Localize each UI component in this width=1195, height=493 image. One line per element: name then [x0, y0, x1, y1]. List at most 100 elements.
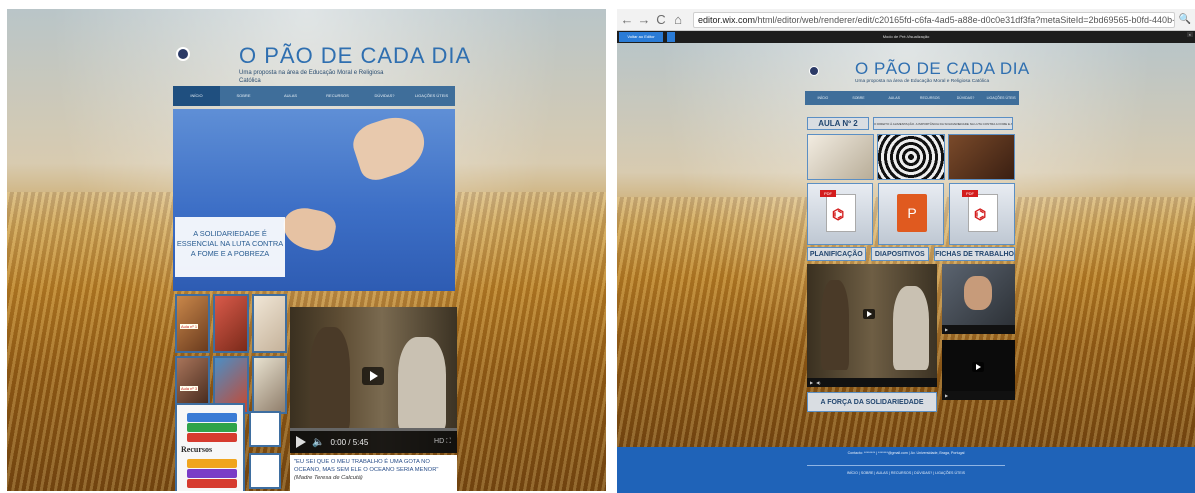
- footer-nav[interactable]: INÍCIO | SOBRE | AULAS | RECURSOS | DÚVI…: [617, 471, 1195, 475]
- back-arrow-icon[interactable]: ←: [620, 12, 634, 27]
- book-shape: [187, 413, 237, 422]
- site-logo-icon[interactable]: [809, 66, 819, 76]
- planificacao-pdf-button[interactable]: PDF ⌬: [807, 183, 873, 245]
- play-icon[interactable]: ▶: [810, 380, 813, 385]
- close-icon[interactable]: ×: [1186, 32, 1193, 37]
- video-player[interactable]: 🔈 0:00 / 5:45 HD ⛶: [290, 307, 457, 453]
- browser-toolbar: ← → C ⌂ editor.wix.com/html/editor/web/r…: [617, 9, 1195, 31]
- thumb-label: Aula nº 1: [180, 324, 199, 329]
- lesson-thumb-1[interactable]: Aula nº 1: [175, 294, 211, 353]
- hd-icon[interactable]: HD ⛶: [434, 438, 451, 446]
- url-path: /html/editor/web/renderer/edit/c20165fd-…: [755, 14, 1175, 25]
- nav-item-aulas[interactable]: AULAS: [267, 86, 314, 106]
- site-page: O PÃO DE CADA DIA Uma proposta na área d…: [173, 31, 470, 491]
- video-person: [964, 276, 992, 310]
- site-logo-icon[interactable]: [176, 47, 190, 61]
- pdf-tag-icon: PDF: [962, 190, 978, 197]
- quote-author: (Madre Teresa de Calcutá): [294, 475, 363, 481]
- lesson-photo-3[interactable]: [947, 134, 1015, 180]
- lesson-thumb-2[interactable]: [213, 294, 249, 353]
- right-screenshot: ← → C ⌂ editor.wix.com/html/editor/web/r…: [617, 9, 1195, 493]
- document-labels: PLANIFICAÇÃO DIAPOSITIVOS FICHAS DE TRAB…: [807, 247, 1016, 261]
- fichas-pdf-button[interactable]: PDF ⌬: [949, 183, 1015, 245]
- lesson-photo-2[interactable]: [877, 134, 945, 180]
- play-icon[interactable]: [863, 309, 875, 319]
- book-shape: [187, 423, 237, 432]
- video-controls: ▶: [942, 325, 1015, 334]
- site-title: O PÃO DE CADA DIA: [239, 43, 472, 68]
- book-shape: [187, 479, 237, 488]
- video-controls: ▶ ◀): [807, 378, 937, 387]
- video-person: [310, 327, 350, 431]
- forca-solidariedade-button[interactable]: A FORÇA DA SOLIDARIEDADE: [807, 392, 937, 412]
- email-contact-icon[interactable]: [249, 411, 281, 447]
- hero-caption: A SOLIDARIEDADE É ESSENCIAL NA LUTA CONT…: [175, 217, 285, 277]
- fichas-label[interactable]: FICHAS DE TRABALHO: [934, 247, 1016, 261]
- book-shape: [187, 469, 237, 478]
- zoom-icon[interactable]: 🔍: [1179, 14, 1191, 25]
- acrobat-icon: ⌬: [974, 206, 987, 222]
- lesson-photos: [807, 134, 1015, 180]
- reload-icon[interactable]: C: [654, 12, 668, 27]
- diapositivos-ppt-button[interactable]: P: [878, 183, 944, 245]
- footer-contact: Contacto: ******** | *******@gmail.com |…: [847, 451, 965, 455]
- nav-item-inicio[interactable]: INÍCIO: [173, 86, 220, 106]
- forward-arrow-icon[interactable]: →: [637, 12, 651, 27]
- volume-icon[interactable]: 🔈: [312, 437, 324, 448]
- quote-box: "EU SEI QUE O MEU TRABALHO É UMA GOTA NO…: [290, 455, 457, 491]
- site-title: O PÃO DE CADA DIA: [855, 59, 1030, 78]
- lesson-number-badge: AULA Nº 2: [807, 117, 869, 130]
- lesson-documents: PDF ⌬ P PDF ⌬: [807, 183, 1015, 245]
- nav-item-recursos[interactable]: RECURSOS: [314, 86, 361, 106]
- video-player-tertiary[interactable]: ▶: [942, 340, 1015, 400]
- thumb-label: Aula nº 3: [180, 385, 199, 391]
- nav-item-duvidas[interactable]: DÚVIDAS?: [361, 86, 408, 106]
- lesson-photo-1[interactable]: [807, 134, 875, 180]
- play-icon[interactable]: ▶: [945, 393, 948, 398]
- recursos-books-image[interactable]: Recursos: [175, 403, 245, 491]
- footer-divider: [807, 465, 1005, 466]
- nav-item-sobre[interactable]: SOBRE: [220, 86, 267, 106]
- site-page: O PÃO DE CADA DIA Uma proposta na área d…: [805, 54, 1029, 449]
- nav-item-ligacoes[interactable]: LIGAÇÕES ÚTEIS: [983, 91, 1019, 105]
- video-person: [821, 280, 849, 370]
- editor-toggle-button[interactable]: [667, 32, 675, 42]
- play-icon[interactable]: ▶: [945, 327, 948, 332]
- preview-mode-label: Modo de Pré-Visualização: [882, 34, 930, 39]
- nav-item-duvidas[interactable]: DÚVIDAS?: [948, 91, 984, 105]
- play-icon[interactable]: [972, 362, 984, 372]
- diapositivos-label[interactable]: DIAPOSITIVOS: [870, 247, 930, 261]
- hand-top-image: [348, 109, 432, 185]
- play-icon[interactable]: [296, 436, 306, 448]
- play-icon[interactable]: [362, 367, 384, 385]
- site-footer: Contacto: ******** | *******@gmail.com |…: [617, 447, 1195, 493]
- back-to-editor-button[interactable]: Voltar ao Editor: [619, 32, 663, 42]
- video-person: [398, 337, 446, 431]
- home-icon[interactable]: ⌂: [671, 12, 685, 27]
- book-shape: [187, 459, 237, 468]
- left-screenshot: O PÃO DE CADA DIA Uma proposta na área d…: [7, 9, 606, 491]
- pdf-tag-icon: PDF: [820, 190, 836, 197]
- nav-item-inicio[interactable]: INÍCIO: [805, 91, 841, 105]
- main-nav: INÍCIO SOBRE AULAS RECURSOS DÚVIDAS? LIG…: [805, 91, 1019, 105]
- video-controls: 🔈 0:00 / 5:45 HD ⛶: [290, 431, 457, 453]
- help-contact-icon[interactable]: [249, 453, 281, 489]
- video-player-secondary[interactable]: ▶: [942, 264, 1015, 334]
- planificacao-label[interactable]: PLANIFICAÇÃO: [807, 247, 866, 261]
- volume-icon[interactable]: ◀): [816, 380, 820, 385]
- hero-banner: A SOLIDARIEDADE É ESSENCIAL NA LUTA CONT…: [173, 109, 455, 291]
- video-time: 0:00 / 5:45: [330, 437, 369, 447]
- lesson-thumb-3[interactable]: [251, 294, 287, 353]
- nav-item-recursos[interactable]: RECURSOS: [912, 91, 948, 105]
- nav-item-sobre[interactable]: SOBRE: [841, 91, 877, 105]
- nav-item-aulas[interactable]: AULAS: [876, 91, 912, 105]
- hand-bottom-image: [279, 204, 339, 254]
- video-person: [893, 286, 929, 370]
- powerpoint-icon: P: [897, 194, 927, 232]
- video-controls: ▶: [942, 391, 1015, 400]
- url-bar[interactable]: editor.wix.com/html/editor/web/renderer/…: [693, 11, 1175, 28]
- lesson-thumb-6[interactable]: [251, 355, 287, 414]
- nav-item-ligacoes[interactable]: LIGAÇÕES ÚTEIS: [408, 86, 455, 106]
- book-shape: [187, 433, 237, 442]
- video-player-main[interactable]: ▶ ◀): [807, 264, 937, 387]
